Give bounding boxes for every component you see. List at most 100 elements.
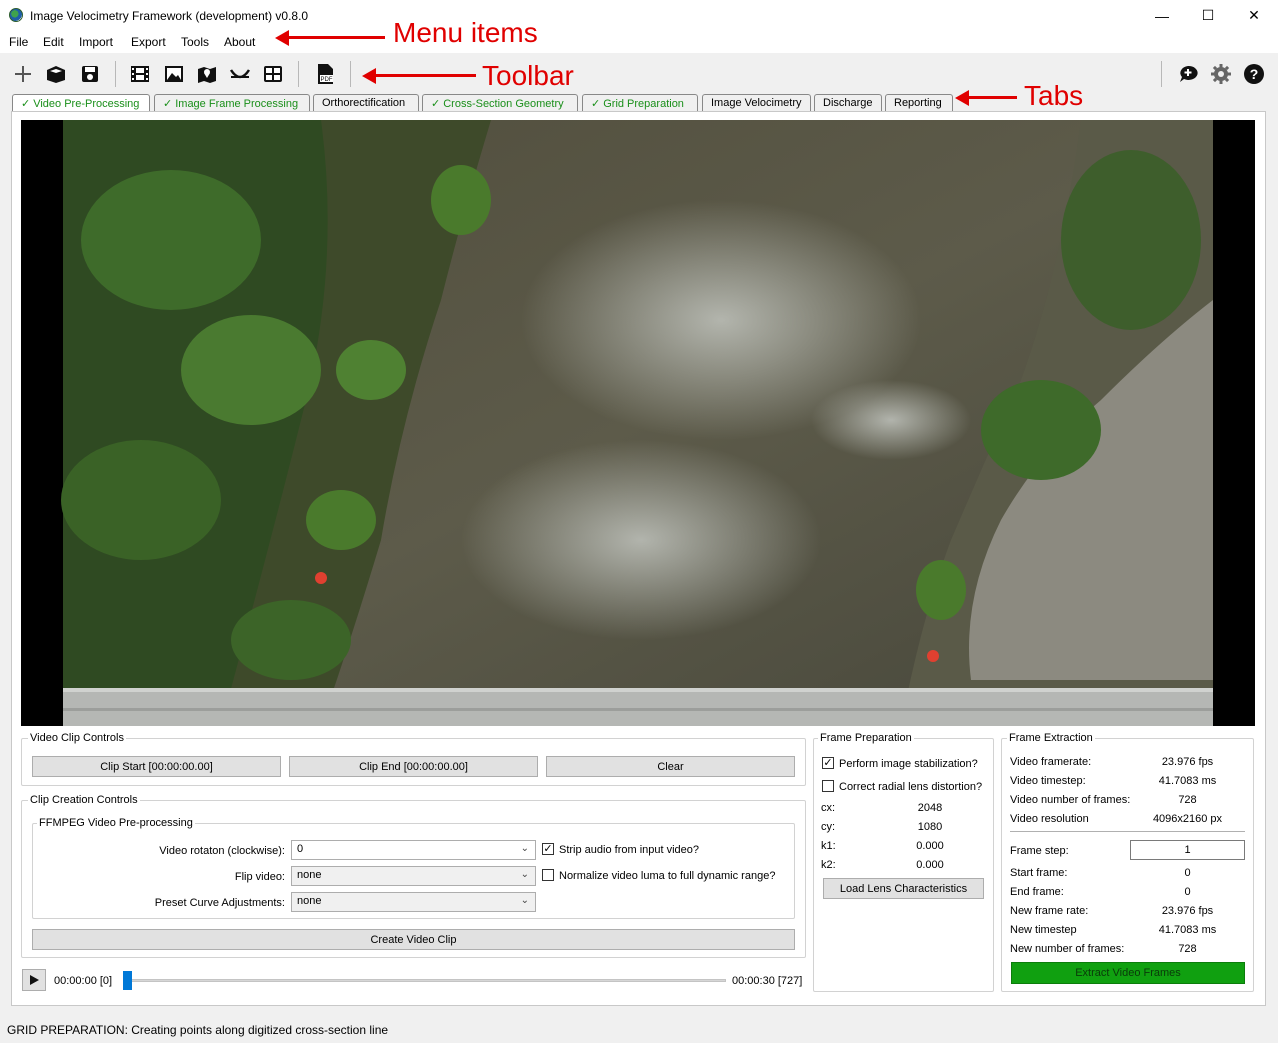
tab-video-pre-processing[interactable]: ✓ Video Pre-Processing bbox=[12, 94, 150, 112]
video-tab-button[interactable] bbox=[127, 61, 153, 87]
setting-value: 23.976 fps bbox=[1161, 905, 1214, 917]
plus-icon bbox=[15, 66, 31, 82]
toolbar-separator bbox=[350, 61, 351, 87]
menu-import[interactable]: Import bbox=[79, 35, 113, 49]
image-tab-button[interactable] bbox=[161, 61, 187, 87]
open-project-button[interactable] bbox=[43, 61, 69, 87]
flip-label: Flip video: bbox=[234, 871, 285, 883]
pdf-label: PDF bbox=[321, 77, 333, 83]
check-icon: ✓ bbox=[163, 98, 173, 110]
tab-discharge[interactable]: Discharge bbox=[814, 94, 882, 111]
menu-about[interactable]: About bbox=[224, 35, 255, 49]
info-label: Video number of frames: bbox=[1010, 794, 1131, 806]
cy-label: cy: bbox=[821, 821, 836, 833]
close-button[interactable]: ✕ bbox=[1231, 0, 1277, 31]
tab-label: Discharge bbox=[823, 97, 873, 109]
maximize-button[interactable]: ☐ bbox=[1185, 0, 1231, 31]
curve-select[interactable]: none ⌄ bbox=[291, 892, 536, 912]
tab-label: Cross-Section Geometry bbox=[443, 98, 564, 110]
annotation-toolbar: Toolbar bbox=[482, 60, 574, 91]
frame-preparation-title: Frame Preparation bbox=[818, 732, 914, 744]
tab-label: Image Frame Processing bbox=[175, 98, 299, 110]
toolbar-separator bbox=[298, 61, 299, 87]
tab-label: Orthorectification bbox=[322, 97, 406, 109]
seek-handle[interactable] bbox=[123, 971, 132, 990]
clip-start-button[interactable]: Clip Start [00:00:00.00] bbox=[32, 756, 281, 777]
info-value: 41.7083 ms bbox=[1158, 775, 1217, 787]
normalize-luma-checkbox[interactable] bbox=[542, 869, 554, 881]
create-video-clip-button[interactable]: Create Video Clip bbox=[32, 929, 795, 950]
lens-distortion-label: Correct radial lens distortion? bbox=[839, 781, 983, 793]
menu-tools[interactable]: Tools bbox=[181, 35, 209, 49]
save-project-button[interactable] bbox=[77, 61, 103, 87]
annotation-arrow-line bbox=[374, 74, 476, 77]
current-time: 00:00:00 [0] bbox=[54, 975, 113, 987]
tab-label: Reporting bbox=[894, 97, 942, 109]
tab-image-velocimetry[interactable]: Image Velocimetry bbox=[702, 94, 811, 111]
menu-edit[interactable]: Edit bbox=[43, 35, 64, 49]
extract-frames-button[interactable]: Extract Video Frames bbox=[1011, 962, 1245, 984]
cross-section-tab-button[interactable] bbox=[227, 61, 253, 87]
info-value: 4096x2160 px bbox=[1152, 813, 1223, 825]
stabilization-checkbox[interactable]: ✓ bbox=[822, 757, 834, 769]
rotation-select[interactable]: 0 ⌄ bbox=[291, 840, 536, 860]
pdf-icon: PDF bbox=[318, 64, 333, 84]
tab-cross-section-geometry[interactable]: ✓ Cross-Section Geometry bbox=[422, 94, 578, 111]
film-icon bbox=[131, 66, 149, 82]
grid-tab-button[interactable] bbox=[260, 61, 286, 87]
tab-reporting[interactable]: Reporting bbox=[885, 94, 953, 111]
setting-value: 728 bbox=[1178, 943, 1197, 955]
frame-extraction-title: Frame Extraction bbox=[1007, 732, 1095, 744]
info-label: Video framerate: bbox=[1010, 756, 1092, 768]
tab-label: Image Velocimetry bbox=[711, 97, 802, 109]
video-clip-controls-title: Video Clip Controls bbox=[28, 732, 126, 744]
setting-value: 41.7083 ms bbox=[1158, 924, 1217, 936]
k2-value: 0.000 bbox=[916, 859, 944, 871]
image-icon bbox=[165, 66, 183, 82]
load-lens-button[interactable]: Load Lens Characteristics bbox=[823, 878, 984, 899]
cx-value: 2048 bbox=[917, 802, 943, 814]
tab-image-frame-processing[interactable]: ✓ Image Frame Processing bbox=[154, 94, 310, 111]
curve-label: Preset Curve Adjustments: bbox=[154, 897, 285, 909]
menu-export[interactable]: Export bbox=[131, 35, 166, 49]
toolbar-separator bbox=[1161, 61, 1162, 87]
chevron-down-icon: ⌄ bbox=[520, 869, 529, 880]
tab-label: Video Pre-Processing bbox=[33, 98, 140, 110]
menu-file[interactable]: File bbox=[9, 35, 28, 49]
chevron-down-icon: ⌄ bbox=[520, 895, 529, 906]
open-project-icon bbox=[47, 66, 65, 83]
annotation-menu-items: Menu items bbox=[393, 17, 538, 48]
seek-track[interactable] bbox=[126, 979, 726, 982]
rotation-value: 0 bbox=[297, 843, 304, 855]
frame-step-input[interactable]: 1 bbox=[1130, 840, 1245, 860]
help-button[interactable]: ? bbox=[1241, 61, 1267, 87]
map-icon bbox=[198, 67, 216, 83]
setting-label: New number of frames: bbox=[1010, 943, 1125, 955]
k1-label: k1: bbox=[821, 840, 836, 852]
minimize-button[interactable]: — bbox=[1139, 0, 1185, 31]
gear-icon bbox=[1211, 64, 1231, 84]
lens-distortion-checkbox[interactable] bbox=[822, 780, 834, 792]
check-icon: ✓ bbox=[591, 98, 601, 110]
clip-end-button[interactable]: Clip End [00:00:00.00] bbox=[289, 756, 538, 777]
play-icon bbox=[30, 975, 39, 985]
map-tab-button[interactable] bbox=[194, 61, 220, 87]
new-project-button[interactable] bbox=[10, 61, 36, 87]
tab-orthorectification[interactable]: Orthorectification bbox=[313, 94, 419, 111]
video-preview[interactable] bbox=[21, 120, 1255, 726]
tab-grid-preparation[interactable]: ✓ Grid Preparation bbox=[582, 94, 698, 111]
report-pdf-button[interactable]: PDF bbox=[312, 61, 338, 87]
flip-select[interactable]: none ⌄ bbox=[291, 866, 536, 886]
settings-button[interactable] bbox=[1208, 61, 1234, 87]
strip-audio-checkbox[interactable]: ✓ bbox=[542, 843, 554, 855]
ffmpeg-group-title: FFMPEG Video Pre-processing bbox=[37, 817, 195, 829]
status-message: GRID PREPARATION: Creating points along … bbox=[7, 1023, 389, 1037]
feedback-button[interactable] bbox=[1175, 61, 1201, 87]
clear-button[interactable]: Clear bbox=[546, 756, 795, 777]
toolbar-separator bbox=[115, 61, 116, 87]
play-button[interactable] bbox=[22, 969, 46, 991]
setting-value: 0 bbox=[1184, 886, 1191, 898]
annotation-arrow-line bbox=[967, 96, 1017, 99]
info-value: 728 bbox=[1178, 794, 1197, 806]
cross-section-icon bbox=[229, 69, 251, 79]
